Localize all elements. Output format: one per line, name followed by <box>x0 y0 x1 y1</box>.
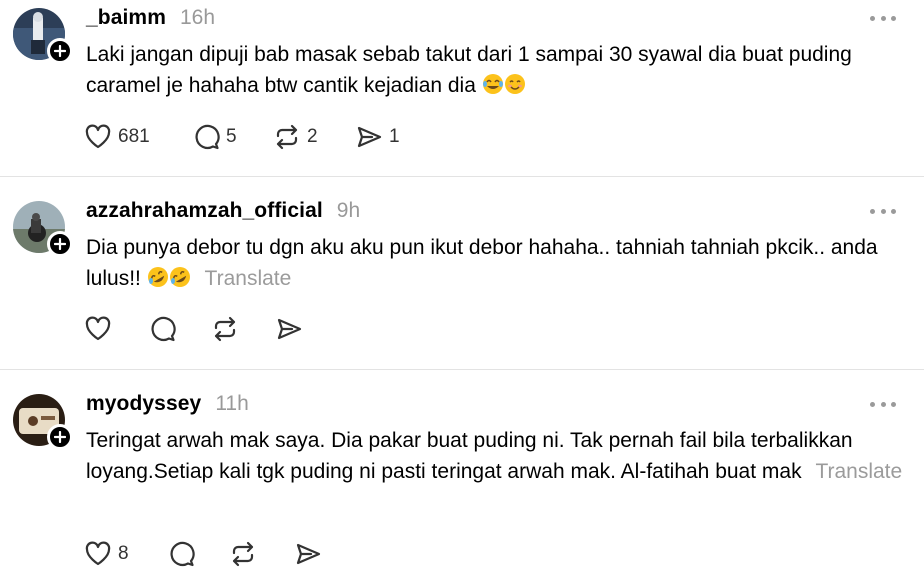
avatar[interactable] <box>13 201 73 257</box>
repost-button[interactable]: 2 <box>273 122 318 152</box>
post-item: _baimm 16h Laki jangan dipuji bab masak … <box>0 0 924 176</box>
speech-bubble-icon <box>151 316 176 342</box>
timestamp: 9h <box>336 199 361 222</box>
post-item: azzahrahamzah_official 9h Dia punya debo… <box>0 177 924 369</box>
avatar[interactable] <box>13 8 73 64</box>
more-dots-icon[interactable] <box>870 8 896 28</box>
more-dots-icon[interactable] <box>870 394 896 414</box>
post-body: Teringat arwah mak saya. Dia pakar buat … <box>86 429 853 483</box>
plus-icon <box>54 431 66 443</box>
share-button[interactable]: 1 <box>355 122 400 152</box>
username[interactable]: azzahrahamzah_official <box>86 199 323 223</box>
post-header: azzahrahamzah_official 9h <box>86 199 360 225</box>
heart-icon <box>85 316 111 341</box>
follow-button[interactable] <box>47 424 73 450</box>
username[interactable]: myodyssey <box>86 392 201 416</box>
like-button[interactable]: 8 <box>84 539 129 569</box>
post-text: Dia punya debor tu dgn aku aku pun ikut … <box>86 232 906 294</box>
share-button[interactable] <box>294 539 328 569</box>
post-header: _baimm 16h <box>86 6 215 32</box>
translate-link[interactable]: Translate <box>205 267 292 290</box>
post-text: Laki jangan dipuji bab masak sebab takut… <box>86 39 906 101</box>
face-with-tears-of-joy-icon <box>482 73 504 95</box>
like-count: 681 <box>118 126 150 147</box>
reply-button[interactable] <box>148 314 182 344</box>
like-button[interactable] <box>84 314 118 344</box>
share-count: 1 <box>389 126 400 147</box>
timestamp: 16h <box>179 6 216 29</box>
repost-button[interactable] <box>211 314 245 344</box>
speech-bubble-icon <box>170 541 195 567</box>
reply-count: 5 <box>226 126 237 147</box>
heart-icon <box>85 541 111 566</box>
send-arrow-icon <box>277 318 302 340</box>
send-arrow-icon <box>296 543 321 565</box>
post-text: Teringat arwah mak saya. Dia pakar buat … <box>86 425 906 487</box>
more-dots-icon[interactable] <box>870 201 896 221</box>
plus-icon <box>54 45 66 57</box>
post-body: Laki jangan dipuji bab masak sebab takut… <box>86 43 852 97</box>
reply-button[interactable]: 5 <box>192 122 237 152</box>
repost-arrows-icon <box>276 124 298 150</box>
follow-button[interactable] <box>47 231 73 257</box>
repost-button[interactable] <box>229 539 263 569</box>
send-arrow-icon <box>357 126 382 148</box>
speech-bubble-icon <box>195 124 220 150</box>
plus-icon <box>54 238 66 250</box>
repost-count: 2 <box>307 126 318 147</box>
follow-button[interactable] <box>47 38 73 64</box>
rolling-on-floor-laughing-icon <box>169 266 191 288</box>
translate-link[interactable]: Translate <box>815 460 902 483</box>
post-item: myodyssey 11h Teringat arwah mak saya. D… <box>0 370 924 578</box>
like-button[interactable]: 681 <box>84 122 150 152</box>
username[interactable]: _baimm <box>86 6 166 30</box>
timestamp: 11h <box>215 392 249 415</box>
repost-arrows-icon <box>232 541 254 567</box>
share-button[interactable] <box>275 314 309 344</box>
smiling-face-icon <box>504 73 526 95</box>
post-header: myodyssey 11h <box>86 392 249 418</box>
reply-button[interactable] <box>167 539 201 569</box>
rolling-on-floor-laughing-icon <box>147 266 169 288</box>
like-count: 8 <box>118 543 129 564</box>
repost-arrows-icon <box>214 316 236 342</box>
avatar[interactable] <box>13 394 73 450</box>
heart-icon <box>85 124 111 149</box>
